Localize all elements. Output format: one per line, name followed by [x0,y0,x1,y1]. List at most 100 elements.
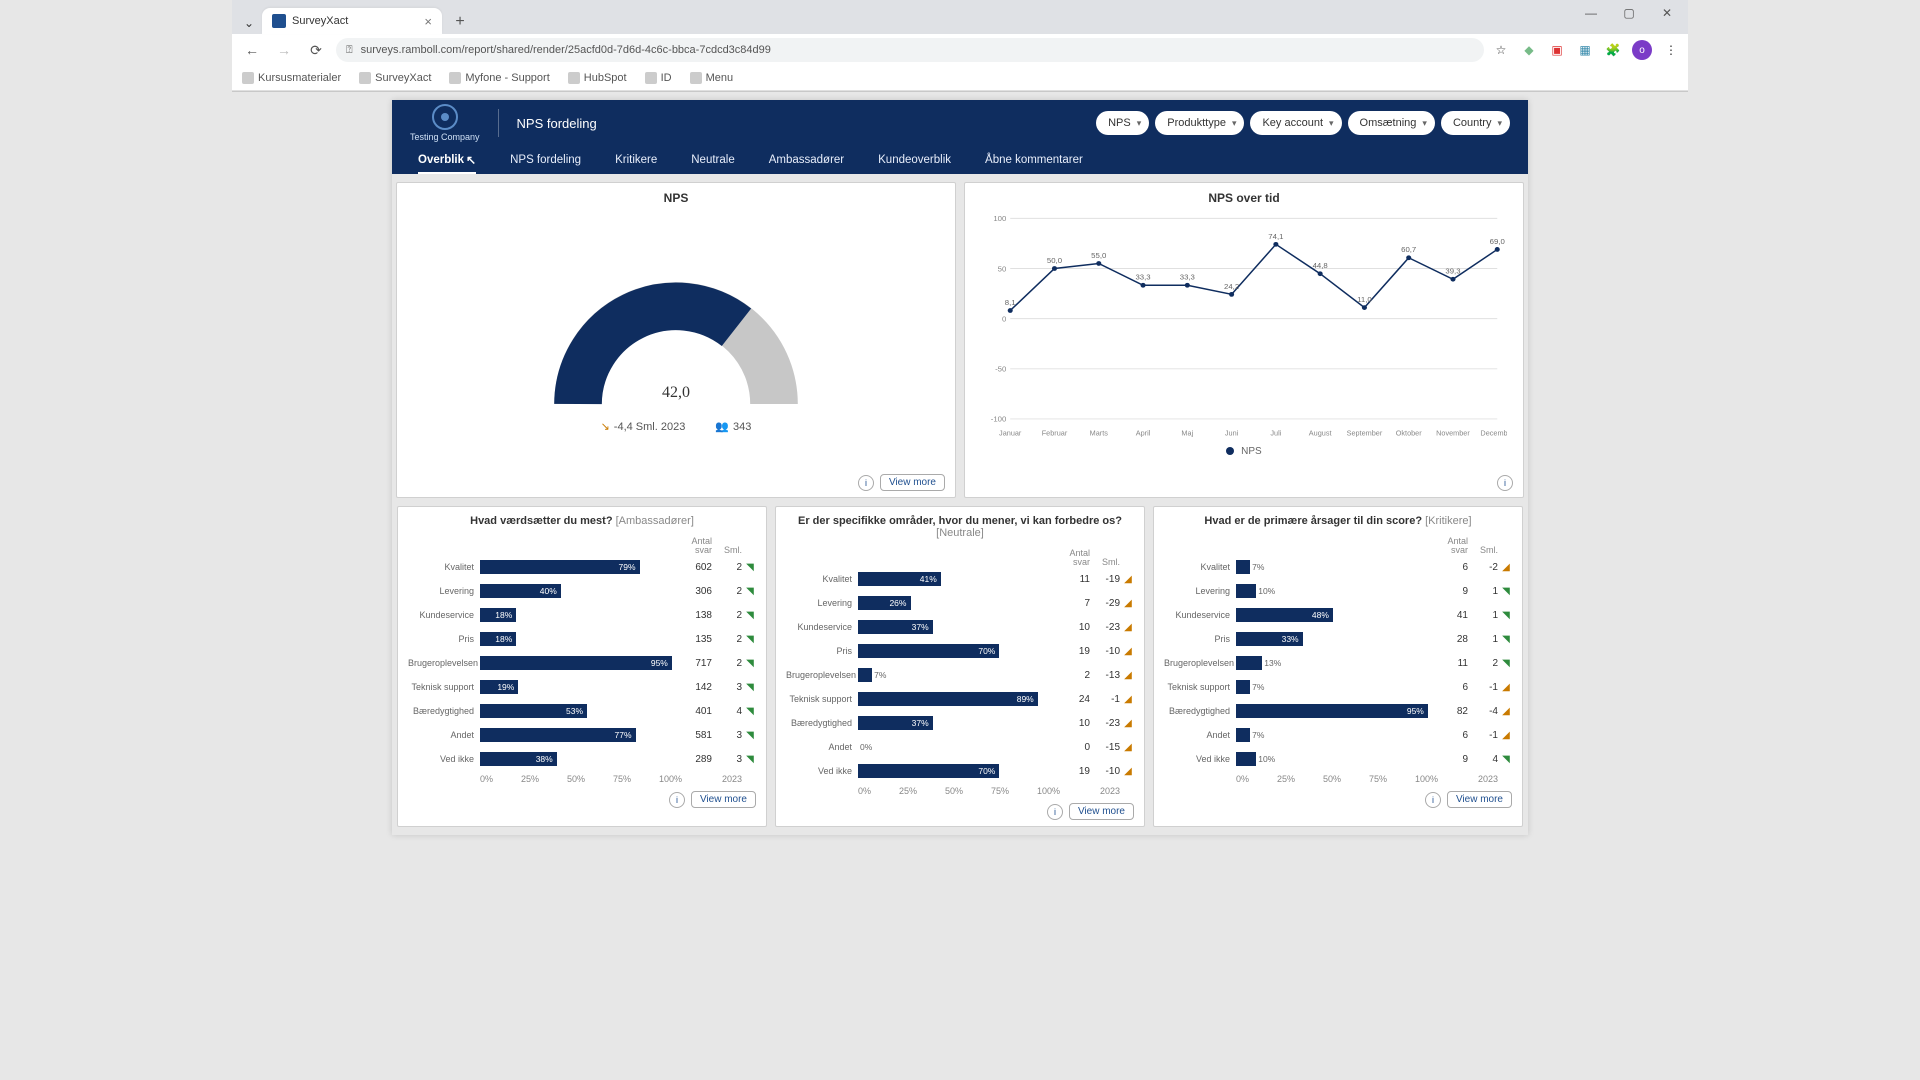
extension-icon-2[interactable]: ▣ [1548,41,1566,59]
bookmark-favicon-icon [359,72,371,84]
trend-indicator: ◥ [744,562,756,573]
bookmark-item[interactable]: Menu [690,72,734,84]
antal-svar: 138 [684,610,712,621]
svg-text:-100: -100 [991,415,1007,424]
filter-pill[interactable]: Omsætning▾ [1348,111,1435,135]
nav-tab[interactable]: Ambassadører [769,146,844,174]
nav-tab[interactable]: NPS fordeling [510,146,581,174]
nav-tab[interactable]: Kritikere [615,146,657,174]
sml-value: -1 [1470,730,1498,741]
nav-tab[interactable]: Kundeoverblik [878,146,951,174]
antal-svar: 9 [1440,754,1468,765]
close-tab-icon[interactable]: × [424,14,432,29]
bookmark-item[interactable]: HubSpot [568,72,627,84]
nav-tab[interactable]: Overblik↖ [418,146,476,174]
star-icon[interactable]: ☆ [1492,41,1510,59]
bar-track: 95% [480,656,682,670]
extensions-icon[interactable]: 🧩 [1604,41,1622,59]
bar-track: 33% [1236,632,1438,646]
bar-row: Brugeroplevelsen 13% 11 2 ◥ [1164,651,1512,675]
bookmark-item[interactable]: SurveyXact [359,72,431,84]
sml-value: -1 [1470,682,1498,693]
view-more-button[interactable]: View more [1069,803,1134,820]
bookmark-item[interactable]: Myfone - Support [449,72,549,84]
antal-svar: 581 [684,730,712,741]
bar-label: Teknisk support [1164,682,1234,692]
bar-label: Ved ikke [408,754,478,764]
trend-down-icon: ◢ [1502,730,1510,741]
extension-puzzle-icon[interactable]: ◆ [1520,41,1538,59]
minimize-button[interactable]: — [1574,2,1608,24]
bar-track: 70% [858,764,1060,778]
filter-label: NPS [1108,117,1131,129]
svg-text:April: April [1136,430,1151,438]
info-icon[interactable]: i [1497,475,1513,491]
svg-text:74,1: 74,1 [1268,232,1283,241]
bar-label: Kundeservice [1164,610,1234,620]
sml-value: 2 [714,586,742,597]
svg-text:September: September [1347,430,1383,438]
svg-text:24,2: 24,2 [1224,282,1239,291]
bar-label: Kvalitet [1164,562,1234,572]
brand-logo: Testing Company [410,104,480,142]
bar-label: Pris [1164,634,1234,644]
nav-tab[interactable]: Åbne kommentarer [985,146,1083,174]
view-more-button[interactable]: View more [1447,791,1512,808]
trend-down-icon: ◢ [1502,682,1510,693]
trend-indicator: ◥ [744,658,756,669]
col-header-antal: Antalsvar [1062,549,1090,567]
browser-tab[interactable]: SurveyXact × [262,8,442,34]
filter-pill[interactable]: NPS▾ [1096,111,1149,135]
bar-row: Andet 7% 6 -1 ◢ [1164,723,1512,747]
info-icon[interactable]: i [1047,804,1063,820]
site-info-icon[interactable]: ⍰ [346,44,353,57]
gauge-delta: ↘ -4,4 Sml. 2023 [601,420,686,433]
bar-track: 77% [480,728,682,742]
extension-icon-3[interactable]: ▦ [1576,41,1594,59]
trend-up-icon: ◥ [746,586,754,597]
kebab-menu-icon[interactable]: ⋮ [1662,41,1680,59]
bar-row: Levering 10% 9 1 ◥ [1164,579,1512,603]
nav-tab[interactable]: Neutrale [691,146,734,174]
info-icon[interactable]: i [1425,792,1441,808]
forward-button[interactable]: → [272,38,296,62]
bar-label: Kundeservice [786,622,856,632]
svg-text:Februar: Februar [1042,430,1068,438]
url-input[interactable]: ⍰ surveys.ramboll.com/report/shared/rend… [336,38,1484,62]
close-window-button[interactable]: ✕ [1650,2,1684,24]
bookmark-favicon-icon [449,72,461,84]
bar-track: 26% [858,596,1060,610]
trend-down-icon: ↘ [601,420,610,433]
view-more-button[interactable]: View more [691,791,756,808]
url-text: surveys.ramboll.com/report/shared/render… [361,44,771,56]
filter-pill[interactable]: Key account▾ [1250,111,1341,135]
bar-row: Kvalitet 7% 6 -2 ◢ [1164,555,1512,579]
trend-up-icon: ◥ [746,562,754,573]
svg-text:December: December [1480,430,1507,438]
trend-indicator: ◢ [1500,682,1512,693]
filter-pill[interactable]: Country▾ [1441,111,1510,135]
info-icon[interactable]: i [858,475,874,491]
axis-year: 2023 [1092,786,1120,796]
sml-value: -2 [1470,562,1498,573]
tabs-menu-icon[interactable]: ⌄ [238,12,260,34]
chevron-down-icon: ▾ [1232,118,1237,129]
filter-pill[interactable]: Produkttype▾ [1155,111,1244,135]
antal-svar: 11 [1062,574,1090,585]
sml-value: 4 [714,706,742,717]
bookmark-favicon-icon [690,72,702,84]
maximize-button[interactable]: ▢ [1612,2,1646,24]
bookmark-item[interactable]: Kursusmaterialer [242,72,341,84]
reload-button[interactable]: ⟳ [304,38,328,62]
bookmark-item[interactable]: ID [645,72,672,84]
profile-avatar[interactable]: o [1632,40,1652,60]
info-icon[interactable]: i [669,792,685,808]
trend-indicator: ◥ [744,586,756,597]
bar-card: Hvad er de primære årsager til din score… [1153,506,1523,827]
trend-up-icon: ◥ [746,610,754,621]
new-tab-button[interactable]: + [448,10,472,34]
view-more-button[interactable]: View more [880,474,945,491]
bar-row: Pris 18% 135 2 ◥ [408,627,756,651]
back-button[interactable]: ← [240,38,264,62]
trend-indicator: ◥ [744,754,756,765]
